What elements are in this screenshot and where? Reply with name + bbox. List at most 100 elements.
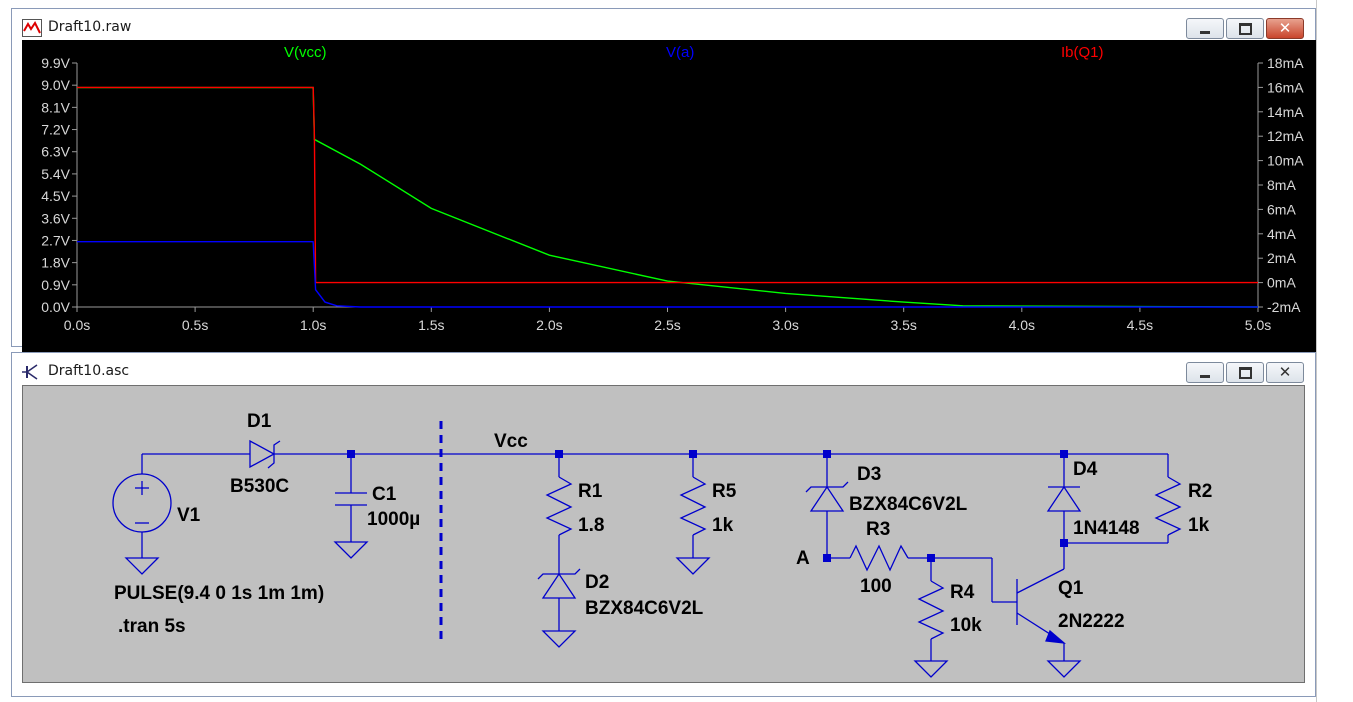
schematic-titlebar[interactable]: Draft10.asc ✕ (12, 353, 1315, 385)
minimize-button[interactable] (1186, 18, 1224, 39)
zener-diode-d2 (537, 568, 581, 648)
y-left-tick-label: 9.0V (41, 77, 70, 93)
x-tick-label: 4.5s (1127, 317, 1153, 333)
minimize-button[interactable] (1186, 362, 1224, 383)
legend-va: V(a) (666, 44, 694, 61)
y-right-tick-label: 12mA (1267, 128, 1304, 144)
label-q1-model: 2N2222 (1058, 611, 1125, 632)
y-right-tick-label: 18mA (1267, 55, 1304, 71)
maximize-icon (1238, 366, 1252, 379)
label-net-vcc: Vcc (494, 431, 528, 452)
y-right-tick-label: 10mA (1267, 153, 1304, 169)
y-left-tick-label: 4.5V (41, 188, 70, 204)
waveform-window-title: Draft10.raw (48, 19, 132, 35)
schematic-window-title: Draft10.asc (48, 363, 130, 379)
label-v1: V1 (177, 505, 201, 526)
label-r3: R3 (866, 519, 890, 540)
close-button[interactable]: ✕ (1266, 362, 1304, 383)
y-left-tick-label: 5.4V (41, 166, 70, 182)
label-r1-value: 1.8 (578, 515, 604, 536)
close-button[interactable]: ✕ (1266, 18, 1304, 39)
voltage-source-v1 (112, 454, 172, 575)
resistor-r4 (913, 558, 949, 678)
y-right-tick-label: -2mA (1267, 299, 1301, 315)
y-left-tick-label: 8.1V (41, 99, 70, 115)
y-right-tick-label: 6mA (1267, 201, 1296, 217)
waveform-chart[interactable]: 9.9V 9.0V 8.1V 7.2V 6.3V 5.4V 4.5V 3.6V 2.7V 1.8V… (22, 40, 1323, 352)
transistor-q1 (991, 543, 1082, 678)
waveform-icon (22, 19, 42, 37)
y-left-tick-label: 3.6V (41, 210, 70, 226)
y-left-tick-label: 6.3V (41, 144, 70, 160)
label-r5-value: 1k (712, 515, 734, 536)
schematic-canvas[interactable]: D1 B530C C1 1000µ V1 PULSE(9.4 0 1s 1m 1… (22, 385, 1305, 683)
label-r4: R4 (950, 582, 975, 603)
zener-diode-d3 (805, 454, 849, 558)
resistor-r3 (849, 544, 909, 572)
label-d4-model: 1N4148 (1073, 518, 1140, 539)
y-left-tick-label: 2.7V (41, 232, 70, 248)
y-left-tick-label: 0.0V (41, 299, 70, 315)
y-left-tick-label: 7.2V (41, 122, 70, 138)
label-d3: D3 (857, 464, 881, 485)
label-q1: Q1 (1058, 578, 1084, 599)
label-c1: C1 (372, 484, 397, 505)
label-d3-model: BZX84C6V2L (849, 494, 968, 515)
capacitor-c1 (333, 454, 369, 559)
label-pulse: PULSE(9.4 0 1s 1m 1m) (114, 583, 324, 604)
schematic-window[interactable]: Draft10.asc ✕ D1 B530C C1 1000µ V1 PULSE… (11, 352, 1316, 697)
waveform-titlebar[interactable]: Draft10.raw ✕ (12, 9, 1315, 41)
y-left-tick-label: 0.9V (41, 277, 70, 293)
label-r2-value: 1k (1188, 515, 1210, 536)
y-left-tick-label: 1.8V (41, 255, 70, 271)
label-tran: .tran 5s (118, 616, 186, 637)
y-right-tick-label: 8mA (1267, 177, 1296, 193)
minimize-icon (1200, 374, 1210, 378)
x-tick-label: 0.5s (182, 317, 208, 333)
y-right-tick-label: 16mA (1267, 79, 1304, 95)
y-right-tick-label: 2mA (1267, 250, 1296, 266)
label-d2: D2 (585, 572, 609, 593)
legend-vvcc: V(vcc) (284, 44, 327, 61)
trace-ibq1 (77, 86, 1258, 284)
minimize-icon (1200, 30, 1210, 34)
resistor-r5 (675, 454, 711, 575)
y-right-tick-label: 4mA (1267, 226, 1296, 242)
y-left-tick-label: 9.9V (41, 55, 70, 71)
maximize-button[interactable] (1226, 362, 1264, 383)
maximize-icon (1238, 22, 1252, 35)
close-icon: ✕ (1278, 19, 1292, 37)
x-tick-label: 2.0s (536, 317, 562, 333)
y-right-tick-label: 14mA (1267, 104, 1304, 120)
x-tick-label: 5.0s (1245, 317, 1271, 333)
x-tick-label: 0.0s (64, 317, 90, 333)
x-tick-label: 2.5s (654, 317, 680, 333)
label-r4-value: 10k (950, 615, 982, 636)
label-net-a: A (796, 548, 810, 569)
legend-ibq1: Ib(Q1) (1061, 44, 1104, 61)
x-tick-label: 3.0s (772, 317, 798, 333)
transistor-icon (22, 364, 38, 380)
label-d2-model: BZX84C6V2L (585, 598, 704, 619)
label-r2: R2 (1188, 481, 1212, 502)
background-frame (1316, 0, 1353, 702)
waveform-window[interactable]: Draft10.raw ✕ 9.9V 9.0V 8.1V 7.2V 6.3V 5.4V 4.… (11, 8, 1323, 352)
label-r3-value: 100 (860, 576, 892, 597)
maximize-button[interactable] (1226, 18, 1264, 39)
label-r1: R1 (578, 481, 603, 502)
label-d1: D1 (247, 411, 272, 432)
trace-va (77, 240, 1258, 308)
label-d1-model: B530C (230, 476, 289, 497)
resistor-r1 (545, 454, 573, 574)
label-c1-value: 1000µ (367, 509, 420, 530)
close-icon: ✕ (1278, 363, 1292, 381)
label-r5: R5 (712, 481, 737, 502)
x-tick-label: 1.0s (300, 317, 326, 333)
schematic-drawing[interactable]: D1 B530C C1 1000µ V1 PULSE(9.4 0 1s 1m 1… (23, 386, 1306, 684)
x-tick-label: 3.5s (890, 317, 916, 333)
x-tick-label: 4.0s (1009, 317, 1035, 333)
waveform-plot[interactable]: 9.9V 9.0V 8.1V 7.2V 6.3V 5.4V 4.5V 3.6V 2.7V 1.8V… (22, 40, 1323, 352)
y-right-tick-label: 0mA (1267, 275, 1296, 291)
plot-traces (77, 86, 1259, 308)
trace-vvcc (77, 86, 1259, 308)
